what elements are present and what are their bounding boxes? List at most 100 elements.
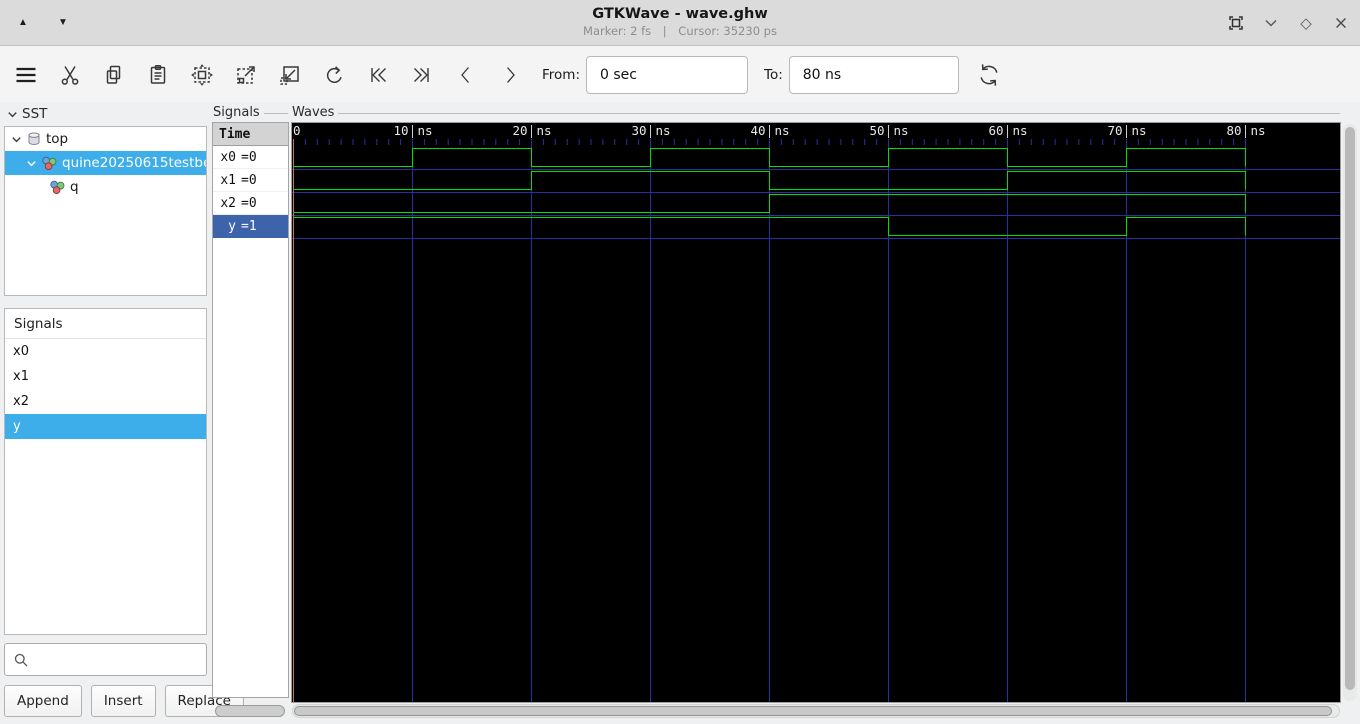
svg-text:30: 30 [631, 123, 646, 138]
svg-text:ns: ns [1132, 123, 1147, 138]
status-separator: | [662, 24, 667, 38]
cut-button[interactable] [54, 59, 86, 91]
to-time-input[interactable] [788, 55, 959, 94]
trace-name-y[interactable]: y =1 [213, 215, 288, 238]
trace-value-text: =1 [241, 218, 257, 234]
tree-label: quine20250615testbench [62, 155, 206, 171]
trace-name-text: x2 [220, 195, 236, 211]
trace-name-text: y [228, 218, 236, 234]
go-to-end-button[interactable] [406, 59, 438, 91]
scrollbar-thumb[interactable] [294, 706, 1332, 716]
insert-button[interactable]: Insert [90, 685, 156, 717]
trace-name-x2[interactable]: x2 =0 [213, 192, 288, 215]
signals-list-header: Signals [5, 309, 206, 339]
frame-line [338, 112, 1340, 114]
signal-list-item-x0[interactable]: x0 [5, 339, 206, 364]
tree-row-top[interactable]: top [5, 127, 206, 151]
scrollbar-thumb[interactable] [1345, 127, 1355, 690]
title-block: GTKWave - wave.ghw Marker: 2 fs | Cursor… [0, 6, 1360, 38]
signal-names-panel: Time x0 =0 x1 =0 x2 =0 y =1 [212, 122, 289, 698]
svg-text:20: 20 [512, 123, 527, 138]
diamond-icon: ◇ [1300, 15, 1312, 32]
zoom-fit-button[interactable] [186, 59, 218, 91]
svg-text:ns: ns [537, 123, 552, 138]
zoom-out-full-button[interactable] [230, 59, 262, 91]
close-window-button[interactable] [1328, 10, 1354, 36]
svg-text:50: 50 [869, 123, 884, 138]
waves-frame-text: Waves [292, 105, 335, 120]
waves-vertical-scrollbar[interactable] [1343, 124, 1357, 701]
svg-text:ns: ns [656, 123, 671, 138]
signal-list-item-x1[interactable]: x1 [5, 364, 206, 389]
fit-window-icon [1229, 16, 1243, 30]
names-horizontal-scrollbar[interactable] [213, 705, 287, 718]
sst-tree-panel: top quine20250615testbench q [4, 126, 207, 296]
scissors-icon [61, 65, 79, 85]
shade-window-button[interactable] [1258, 10, 1284, 36]
chevron-right-icon [507, 66, 515, 83]
append-button[interactable]: Append [4, 685, 82, 717]
svg-text:ns: ns [1013, 123, 1028, 138]
zoom-in-arrow-icon [280, 65, 299, 85]
signal-filter-box[interactable] [4, 643, 207, 676]
menu-button[interactable] [10, 59, 42, 91]
reload-icon [980, 63, 998, 86]
trace-value-text: =0 [241, 149, 257, 165]
gtkwave-window: ▲ ▼ GTKWave - wave.ghw Marker: 2 fs | Cu… [0, 0, 1360, 724]
skip-to-end-icon [414, 67, 429, 82]
waveform-svg: 10 ns 20 ns 30 ns 40 ns 50 ns 60 ns 70 ns 80 ns 0 [292, 123, 1340, 702]
window-title: GTKWave - wave.ghw [592, 6, 768, 22]
zoom-fit-icon [191, 63, 213, 86]
svg-text:10: 10 [393, 123, 408, 138]
go-to-start-button[interactable] [362, 59, 394, 91]
clipboard-paste-icon [150, 64, 166, 84]
signal-filter-input[interactable] [35, 652, 206, 667]
signals-frame-text: Signals [213, 105, 260, 120]
svg-text:80: 80 [1226, 123, 1241, 138]
trace-name-x0[interactable]: x0 =0 [213, 146, 288, 169]
fit-window-button[interactable] [1223, 10, 1249, 36]
copy-icon [106, 65, 121, 84]
signal-list-item-x2[interactable]: x2 [5, 389, 206, 414]
signal-list-item-y[interactable]: y [5, 414, 206, 439]
maximize-window-button[interactable]: ◇ [1293, 10, 1319, 36]
waves-horizontal-scrollbar[interactable] [292, 704, 1340, 718]
waveform-canvas[interactable]: 10 ns 20 ns 30 ns 40 ns 50 ns 60 ns 70 ns 80 ns 0 [291, 122, 1341, 703]
svg-text:ns: ns [1251, 123, 1266, 138]
zoom-out-arrow-icon [237, 65, 255, 84]
search-icon [14, 653, 28, 666]
marker-status: Marker: 2 fs [583, 24, 652, 38]
step-right-button[interactable] [494, 59, 526, 91]
window-controls: ◇ [1223, 10, 1354, 36]
tree-label: q [70, 179, 79, 195]
cursor-status: Cursor: 35230 ps [678, 24, 777, 38]
copy-button[interactable] [98, 59, 130, 91]
from-time-input[interactable] [586, 55, 748, 94]
module-icon [42, 156, 57, 170]
window-subtitle: Marker: 2 fs | Cursor: 35230 ps [0, 24, 1360, 38]
trace-name-text: x1 [220, 172, 236, 188]
sst-header-label: SST [22, 106, 48, 122]
trace-name-x1[interactable]: x1 =0 [213, 169, 288, 192]
svg-text:ns: ns [418, 123, 433, 138]
svg-text:ns: ns [775, 123, 790, 138]
scrollbar-thumb[interactable] [215, 705, 285, 717]
expander-icon[interactable] [25, 157, 38, 170]
zoom-in-selection-button[interactable] [274, 59, 306, 91]
step-left-button[interactable] [450, 59, 482, 91]
tree-row-q[interactable]: q [5, 175, 206, 199]
action-buttons: Append Insert Replace [4, 685, 244, 717]
toolbar: From: To: [0, 47, 1360, 102]
tree-row-testbench[interactable]: quine20250615testbench [5, 151, 206, 175]
undo-button[interactable] [318, 59, 350, 91]
skip-to-start-icon [371, 67, 386, 82]
sst-header[interactable]: SST [6, 104, 47, 124]
design-root-icon [28, 132, 40, 146]
expander-icon[interactable] [10, 133, 23, 146]
signals-list-panel: Signals x0 x1 x2 y [4, 308, 207, 635]
paste-button[interactable] [142, 59, 174, 91]
to-label: To: [764, 66, 783, 83]
svg-text:ns: ns [894, 123, 909, 138]
trace-value-text: =0 [241, 172, 257, 188]
reload-button[interactable] [973, 59, 1005, 91]
